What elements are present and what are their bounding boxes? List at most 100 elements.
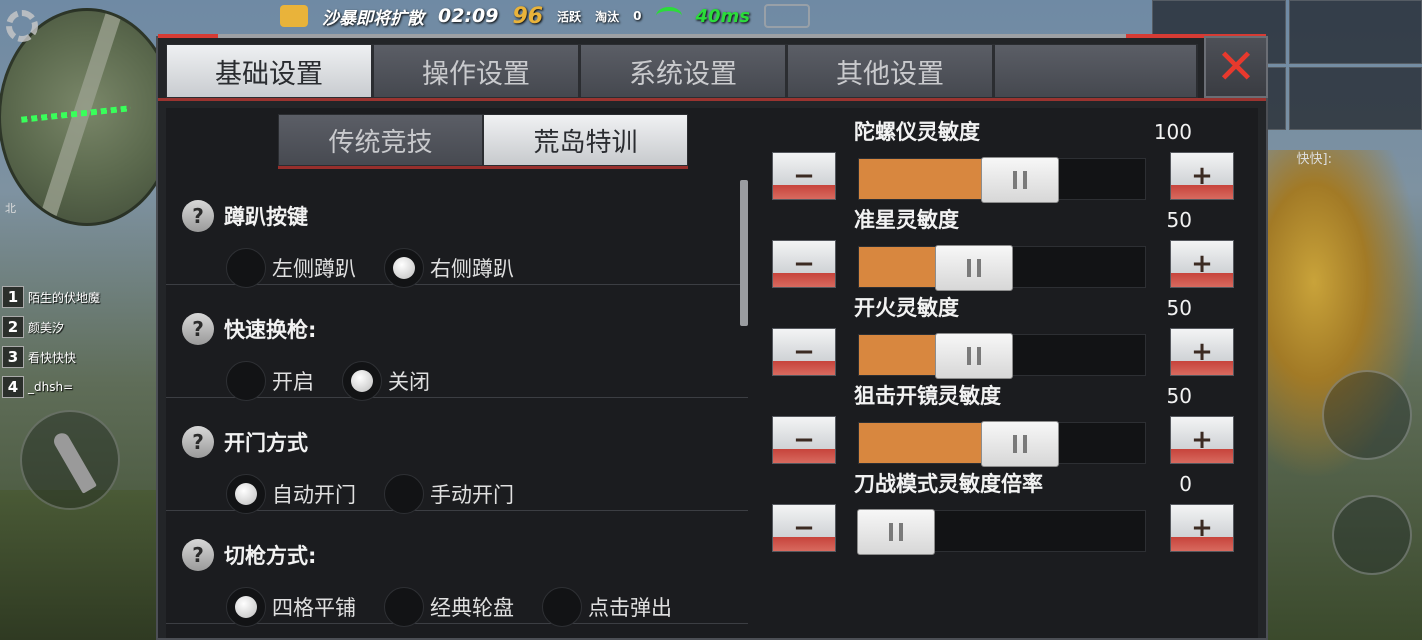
team-member-row: 2 颜美汐 <box>2 312 162 342</box>
setting-head: ? 开门方式 <box>182 426 308 458</box>
option-label: 点击弹出 <box>588 596 672 620</box>
help-icon[interactable]: ? <box>182 313 214 345</box>
slider-value: 50 <box>1166 296 1192 320</box>
option-label: 手动开门 <box>430 483 514 507</box>
option-label: 自动开门 <box>272 483 356 507</box>
settings-scrollbar[interactable] <box>740 180 748 326</box>
slider-title: 开火灵敏度 <box>854 296 959 320</box>
decrease-button[interactable]: − <box>772 416 836 464</box>
tab-classic-mode[interactable]: 传统竞技 <box>278 114 483 166</box>
slider-track[interactable] <box>857 509 1146 555</box>
keyboard-icon[interactable] <box>764 4 811 28</box>
help-icon[interactable]: ? <box>182 200 214 232</box>
weapon-slot-melee[interactable] <box>1288 66 1422 130</box>
slider-track[interactable] <box>858 157 1146 203</box>
settings-list: ? 蹲趴按键 左侧蹲趴 右侧蹲趴 ? 快速换枪: 开启 关闭 ? 开门方式 自动… <box>166 172 748 627</box>
radio-button[interactable] <box>226 587 266 627</box>
slider-melee-sensitivity-multiplier: 刀战模式灵敏度倍率 0 − + <box>772 466 1242 555</box>
option-label: 开启 <box>272 370 314 394</box>
increase-button[interactable]: + <box>1170 240 1234 288</box>
setting-title: 蹲趴按键 <box>224 205 308 229</box>
radio-option-off[interactable]: 关闭 <box>342 361 430 401</box>
team-list: 1 陌生的伏地魔 2 颜美汐 3 看快快快 4 _dhsh= <box>2 282 162 402</box>
slider-title: 狙击开镜灵敏度 <box>854 384 1001 408</box>
increase-button[interactable]: + <box>1170 152 1234 200</box>
decrease-button[interactable]: − <box>772 328 836 376</box>
weapon-slot-pistol[interactable] <box>1288 0 1422 64</box>
radio-button[interactable] <box>542 587 582 627</box>
setting-quick-swap: ? 快速换枪: 开启 关闭 <box>166 285 748 401</box>
increase-button[interactable]: + <box>1170 328 1234 376</box>
panel-top-border <box>158 34 1266 38</box>
slider-thumb[interactable] <box>981 421 1059 467</box>
decrease-button[interactable]: − <box>772 504 836 552</box>
slider-thumb[interactable] <box>981 157 1059 203</box>
radio-option-grid[interactable]: 四格平铺 <box>226 587 356 627</box>
setting-title: 快速换枪: <box>224 318 317 342</box>
decrease-button[interactable]: − <box>772 240 836 288</box>
slider-thumb[interactable] <box>935 245 1013 291</box>
radio-option-auto-door[interactable]: 自动开门 <box>226 474 356 514</box>
tab-control-settings[interactable]: 操作设置 <box>373 44 580 98</box>
increase-button[interactable]: + <box>1170 416 1234 464</box>
radio-button[interactable] <box>226 474 266 514</box>
setting-weapon-switch: ? 切枪方式: 四格平铺 经典轮盘 点击弹出 <box>166 511 748 627</box>
slider-value: 50 <box>1166 384 1192 408</box>
tab-system-settings[interactable]: 系统设置 <box>580 44 787 98</box>
radio-option-left-crouch[interactable]: 左侧蹲趴 <box>226 248 356 288</box>
scope-button[interactable] <box>1332 495 1412 575</box>
tab-island-training[interactable]: 荒岛特训 <box>483 114 688 166</box>
tab-other-settings[interactable]: 其他设置 <box>787 44 994 98</box>
slider-fill <box>859 335 937 375</box>
setting-options: 左侧蹲趴 右侧蹲趴 <box>226 248 514 288</box>
team-member-name: 颜美汐 <box>28 320 65 335</box>
team-member-number: 1 <box>2 286 24 308</box>
slider-track[interactable] <box>858 333 1146 379</box>
setting-head: ? 切枪方式: <box>182 539 316 571</box>
alive-label: 活跃 <box>557 9 582 24</box>
close-button[interactable]: ✕ <box>1204 36 1268 98</box>
slider-fire-sensitivity: 开火灵敏度 50 − + <box>772 290 1242 379</box>
radio-button[interactable] <box>226 248 266 288</box>
compass-label: 北 <box>5 202 16 215</box>
slider-fill <box>859 247 937 287</box>
background-ground <box>0 490 160 640</box>
slider-value: 0 <box>1179 472 1192 496</box>
slider-thumb[interactable] <box>857 509 935 555</box>
chat-snippet: 快快]: <box>1296 152 1332 167</box>
radio-selected-dot <box>235 483 257 505</box>
radio-button[interactable] <box>384 474 424 514</box>
increase-button[interactable]: + <box>1170 504 1234 552</box>
radio-option-on[interactable]: 开启 <box>226 361 314 401</box>
gear-icon[interactable] <box>6 10 38 42</box>
close-icon: ✕ <box>1215 39 1257 95</box>
eliminated-label: 淘汰 <box>595 9 620 24</box>
slider-track[interactable] <box>858 245 1146 291</box>
setting-options: 开启 关闭 <box>226 361 430 401</box>
decrease-button[interactable]: − <box>772 152 836 200</box>
slider-track[interactable] <box>858 421 1146 467</box>
radio-option-popup[interactable]: 点击弹出 <box>542 587 672 627</box>
tabs-underline <box>158 98 1266 101</box>
jump-button[interactable] <box>1322 370 1412 460</box>
slider-title: 刀战模式灵敏度倍率 <box>854 472 1043 496</box>
help-icon[interactable]: ? <box>182 539 214 571</box>
reload-button[interactable] <box>20 410 120 510</box>
setting-head: ? 蹲趴按键 <box>182 200 308 232</box>
radio-button[interactable] <box>384 248 424 288</box>
radio-button[interactable] <box>342 361 382 401</box>
radio-option-wheel[interactable]: 经典轮盘 <box>384 587 514 627</box>
speaker-icon[interactable] <box>280 5 308 27</box>
option-label: 右侧蹲趴 <box>430 257 514 281</box>
settings-panel: 基础设置 操作设置 系统设置 其他设置 ✕ 传统竞技 荒岛特训 ? 蹲趴按键 左 <box>156 34 1268 640</box>
radio-button[interactable] <box>226 361 266 401</box>
radio-option-manual-door[interactable]: 手动开门 <box>384 474 514 514</box>
option-label: 经典轮盘 <box>430 596 514 620</box>
tab-basic-settings[interactable]: 基础设置 <box>166 44 373 98</box>
setting-crouch-button: ? 蹲趴按键 左侧蹲趴 右侧蹲趴 <box>166 172 748 288</box>
radio-selected-dot <box>351 370 373 392</box>
radio-option-right-crouch[interactable]: 右侧蹲趴 <box>384 248 514 288</box>
help-icon[interactable]: ? <box>182 426 214 458</box>
radio-button[interactable] <box>384 587 424 627</box>
slider-thumb[interactable] <box>935 333 1013 379</box>
